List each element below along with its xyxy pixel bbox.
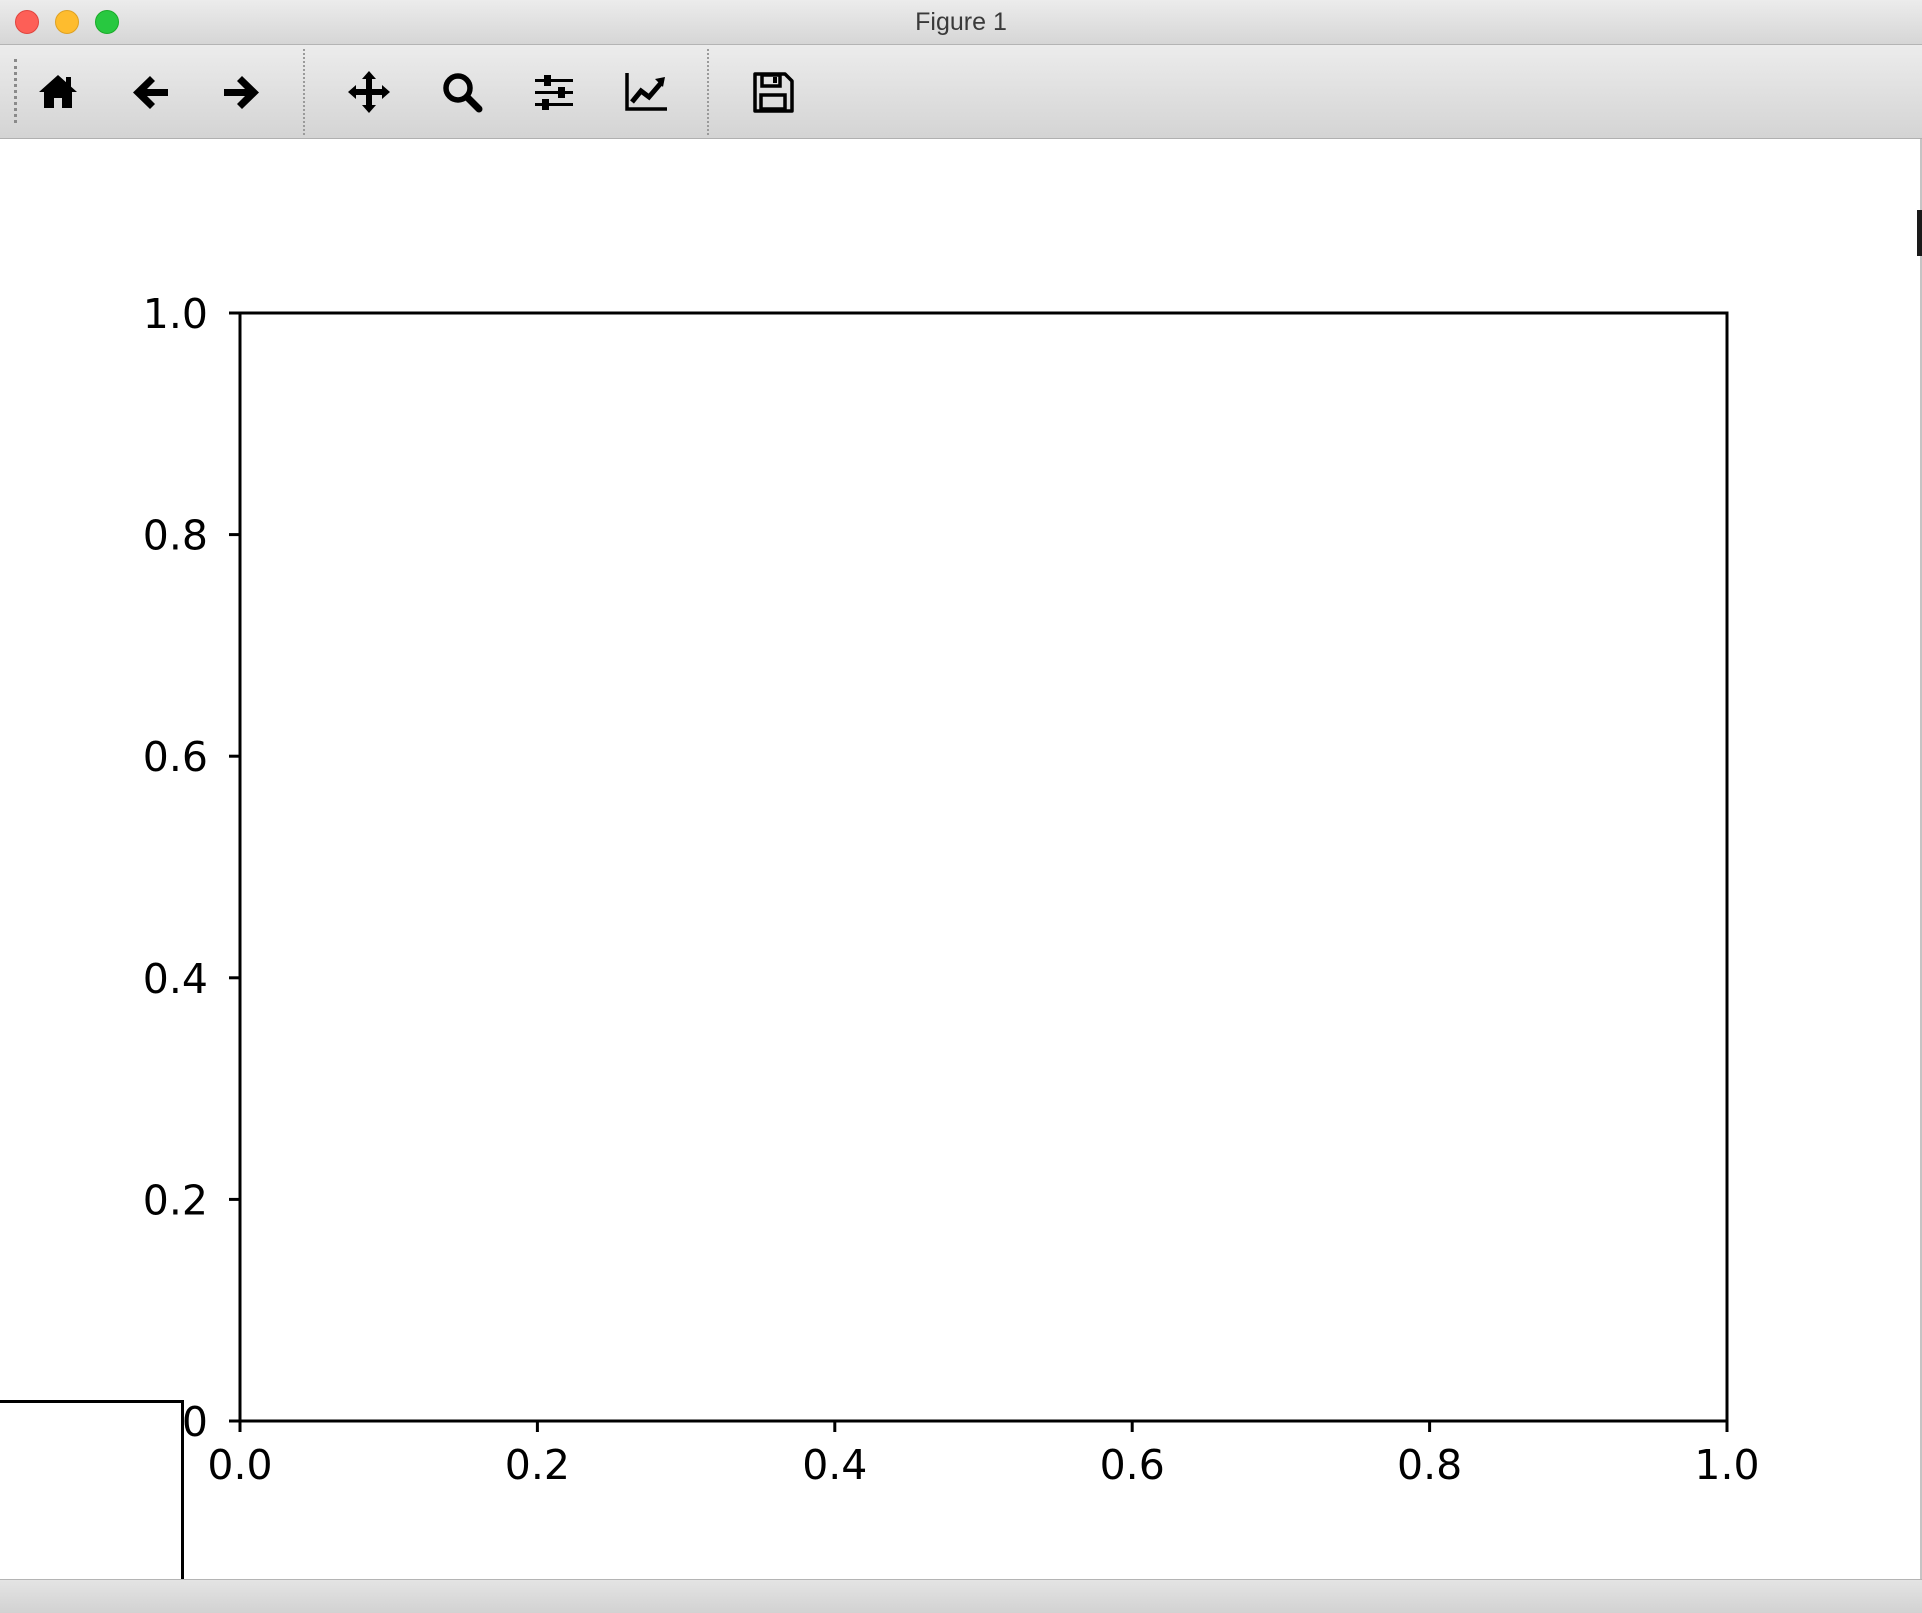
line-chart-icon — [625, 73, 667, 111]
toolbar-grip-handle[interactable] — [14, 59, 17, 123]
axes-frame — [238, 311, 1729, 1423]
figure-window: Figure 1 0.0 0.2 0.4 0.6 0.8 1.0 0 0.2 0… — [0, 0, 1922, 1613]
window-title: Figure 1 — [915, 8, 1007, 36]
move-icon — [348, 71, 390, 113]
status-bar — [0, 1579, 1922, 1613]
navigation-toolbar — [0, 45, 1922, 139]
arrow-right-icon — [224, 76, 259, 109]
x-tick-label: 1.0 — [1694, 1441, 1759, 1489]
title-bar[interactable]: Figure 1 — [0, 0, 1922, 45]
y-tick-label: 0.2 — [143, 1176, 208, 1224]
back-button[interactable] — [124, 65, 178, 119]
x-tick-label: 0.0 — [207, 1441, 272, 1489]
x-tick-label: 0.8 — [1397, 1441, 1462, 1489]
x-tick-label: 0.2 — [505, 1441, 570, 1489]
inset-axes-frame — [0, 1400, 184, 1588]
forward-button[interactable] — [214, 65, 268, 119]
y-tick-label: 0.8 — [143, 512, 208, 560]
arrow-left-icon — [133, 76, 168, 109]
y-tick-label: 0.6 — [143, 733, 208, 781]
zoom-button[interactable] — [435, 65, 489, 119]
y-tick-label: 1.0 — [143, 290, 208, 338]
x-tick-label: 0.6 — [1100, 1441, 1165, 1489]
x-tick-label: 0.4 — [802, 1441, 867, 1489]
save-button[interactable] — [746, 65, 800, 119]
edit-parameters-button[interactable] — [619, 65, 673, 119]
pan-button[interactable] — [342, 65, 396, 119]
plot-area: 0.0 0.2 0.4 0.6 0.8 1.0 0 0.2 0.4 0.6 0.8 1.0 — [143, 290, 1760, 1489]
figure-canvas[interactable]: 0.0 0.2 0.4 0.6 0.8 1.0 0 0.2 0.4 0.6 0.8 1.0 — [0, 139, 1922, 1588]
toolbar-separator — [303, 49, 305, 135]
home-icon — [39, 75, 77, 108]
home-button[interactable] — [31, 65, 85, 119]
window-edge — [1917, 139, 1922, 1579]
sliders-icon — [535, 75, 573, 110]
y-tick-label: 0 — [182, 1398, 208, 1446]
magnifier-icon — [443, 73, 483, 113]
y-tick-label: 0.4 — [143, 955, 208, 1003]
floppy-disk-icon — [753, 72, 794, 113]
toolbar-separator — [707, 49, 709, 135]
configure-subplots-button[interactable] — [527, 65, 581, 119]
